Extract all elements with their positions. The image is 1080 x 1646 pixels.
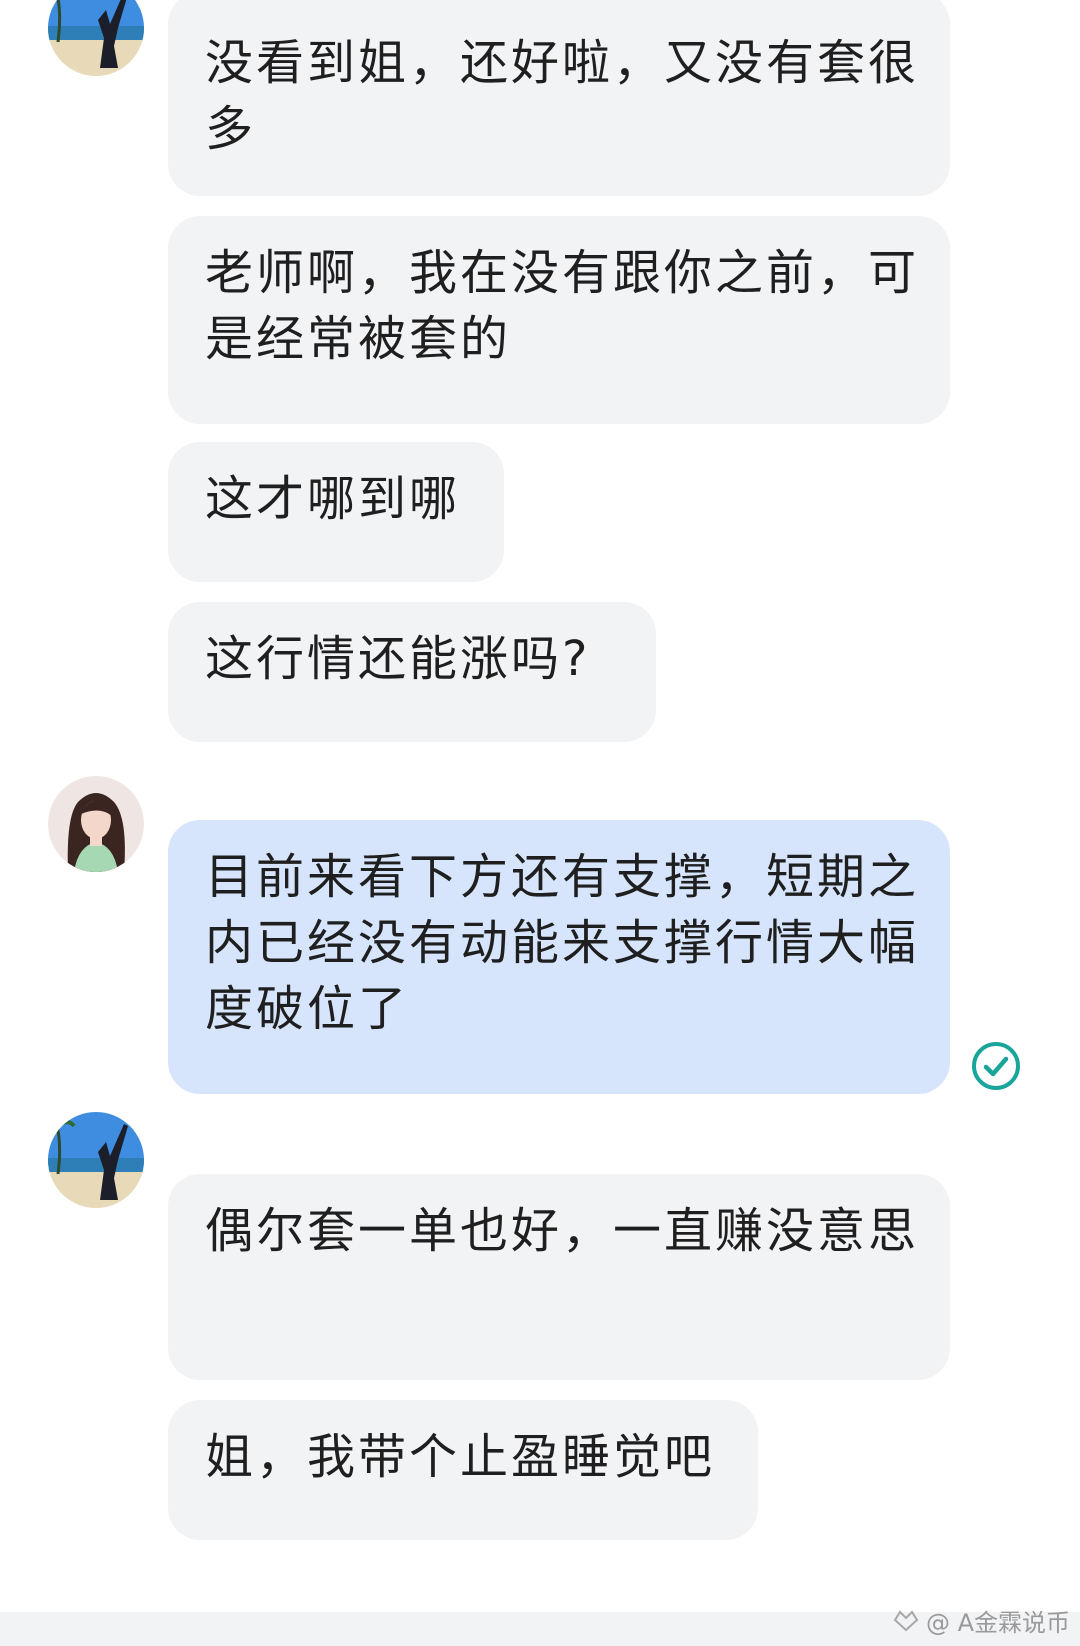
message-bubble-incoming[interactable]: 没看到姐，还好啦，又没有套很多 — [168, 0, 950, 196]
watermark-text: @ A金霖说币 — [925, 1608, 1070, 1637]
message-bubble-incoming[interactable]: 老师啊，我在没有跟你之前，可是经常被套的 — [168, 216, 950, 424]
read-check-icon — [972, 1042, 1020, 1090]
message-bubble-outgoing[interactable]: 目前来看下方还有支撑，短期之内已经没有动能来支撑行情大幅度破位了 — [168, 820, 950, 1094]
customer-avatar[interactable] — [48, 1112, 144, 1208]
message-bubble-incoming[interactable]: 偶尔套一单也好，一直赚没意思 — [168, 1174, 950, 1380]
customer-avatar[interactable] — [48, 0, 144, 76]
message-bubble-incoming[interactable]: 这才哪到哪 — [168, 442, 504, 582]
weibo-logo-icon — [893, 1610, 919, 1632]
message-bubble-incoming[interactable]: 这行情还能涨吗? — [168, 602, 656, 742]
watermark: @ A金霖说币 — [892, 1602, 1070, 1638]
message-bubble-incoming[interactable]: 姐，我带个止盈睡觉吧 — [168, 1400, 758, 1540]
agent-avatar[interactable] — [48, 776, 144, 872]
